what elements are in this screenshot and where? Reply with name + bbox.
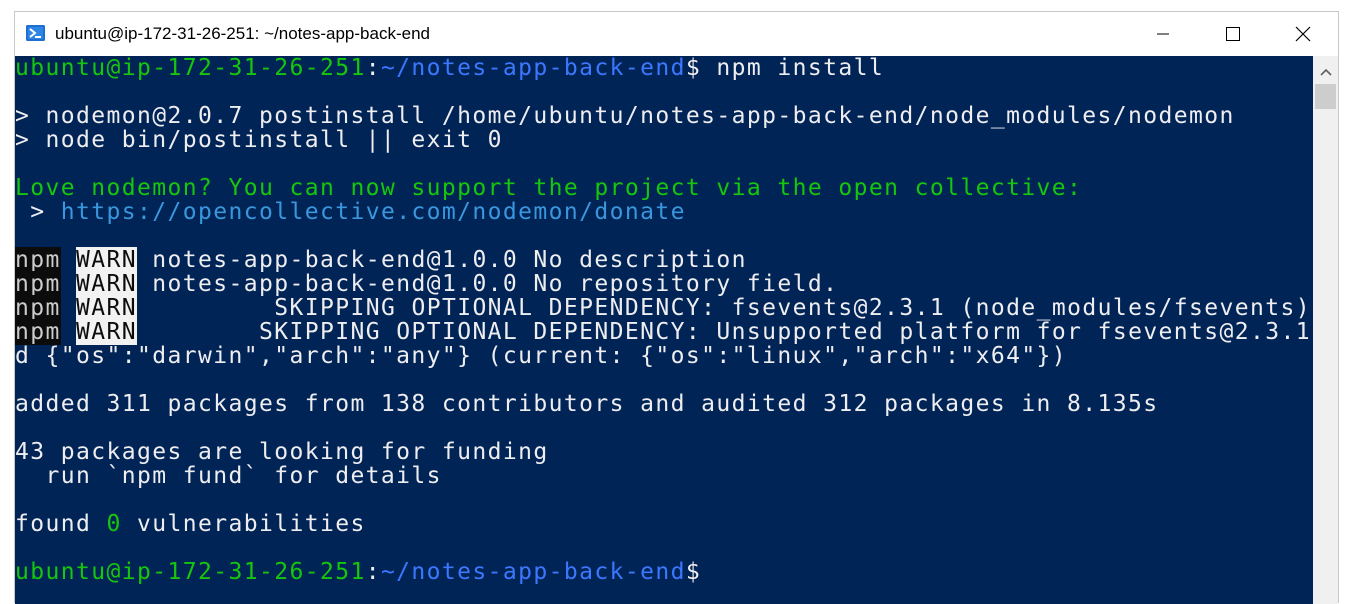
warn-badge: WARN [76,271,137,297]
support-message: Love nodemon? You can now support the pr… [15,175,1083,201]
prompt-symbol: $ [685,56,702,81]
npm-tag: npm [15,247,61,273]
maximize-icon [1225,26,1241,42]
install-summary: added 311 packages from 138 contributors… [15,391,1159,417]
terminal-window: ubuntu@ip-172-31-26-251: ~/notes-app-bac… [14,11,1339,604]
warn-badge: WARN [76,247,137,273]
vulnerability-count: 0 [106,511,122,537]
close-icon [1295,26,1311,42]
warning-line: npm WARN SKIPPING OPTIONAL DEPENDENCY: f… [15,295,1313,321]
warning-line: npm WARN notes-app-back-end@1.0.0 No rep… [15,271,839,297]
scroll-up-button[interactable] [1313,56,1338,84]
donate-line: > https://opencollective.com/nodemon/don… [15,200,686,224]
donate-link[interactable]: https://opencollective.com/nodemon/donat… [61,199,686,225]
console-output[interactable]: ubuntu@ip-172-31-26-251:~/notes-app-back… [15,56,1313,604]
scrollbar-thumb[interactable] [1315,84,1336,109]
npm-tag: npm [15,295,61,321]
window-title: ubuntu@ip-172-31-26-251: ~/notes-app-bac… [55,24,430,43]
postinstall-command-line: > node bin/postinstall || exit 0 [15,127,503,153]
prompt-colon: : [365,559,381,585]
postinstall-line: > nodemon@2.0.7 postinstall /home/ubuntu… [15,103,1235,129]
command-text: npm install [701,56,885,81]
minimize-button[interactable] [1128,12,1198,56]
warning-line: npm WARN notes-app-back-end@1.0.0 No des… [15,247,747,273]
close-button[interactable] [1268,12,1338,56]
prompt-path: ~/notes-app-back-end [380,559,686,585]
found-suffix: vulnerabilities [121,511,366,537]
warn-badge: WARN [76,319,137,345]
fund-hint: run `npm fund` for details [15,463,442,489]
audit-result: found 0 vulnerabilities [15,512,366,536]
prompt-symbol: $ [685,559,702,585]
maximize-button[interactable] [1198,12,1268,56]
warning-continuation: d {"os":"darwin","arch":"any"} (current:… [15,343,1068,369]
warning-text: notes-app-back-end@1.0.0 No description [137,247,747,273]
terminal-icon [25,23,47,43]
prompt-user: ubuntu@ip-172-31-26-251 [15,56,366,81]
donate-prefix: > [15,199,61,225]
npm-tag: npm [15,271,61,297]
warning-text: notes-app-back-end@1.0.0 No repository f… [137,271,839,297]
warning-text: SKIPPING OPTIONAL DEPENDENCY: fsevents@2… [137,295,1313,321]
minimize-icon [1156,27,1170,41]
prompt-path: ~/notes-app-back-end [380,56,686,81]
chevron-up-icon [1319,61,1332,80]
prompt-user: ubuntu@ip-172-31-26-251 [15,559,366,585]
prompt-colon: : [365,56,381,81]
npm-tag: npm [15,319,61,345]
funding-message: 43 packages are looking for funding [15,439,549,465]
warning-line: npm WARN SKIPPING OPTIONAL DEPENDENCY: U… [15,319,1313,345]
warn-badge: WARN [76,295,137,321]
prompt-line: ubuntu@ip-172-31-26-251:~/notes-app-back… [15,56,884,80]
warning-text: SKIPPING OPTIONAL DEPENDENCY: Unsupporte… [137,319,1313,345]
title-bar[interactable]: ubuntu@ip-172-31-26-251: ~/notes-app-bac… [15,12,1338,56]
prompt-line: ubuntu@ip-172-31-26-251:~/notes-app-back… [15,560,701,584]
vertical-scrollbar[interactable] [1313,56,1338,604]
found-prefix: found [15,511,107,537]
